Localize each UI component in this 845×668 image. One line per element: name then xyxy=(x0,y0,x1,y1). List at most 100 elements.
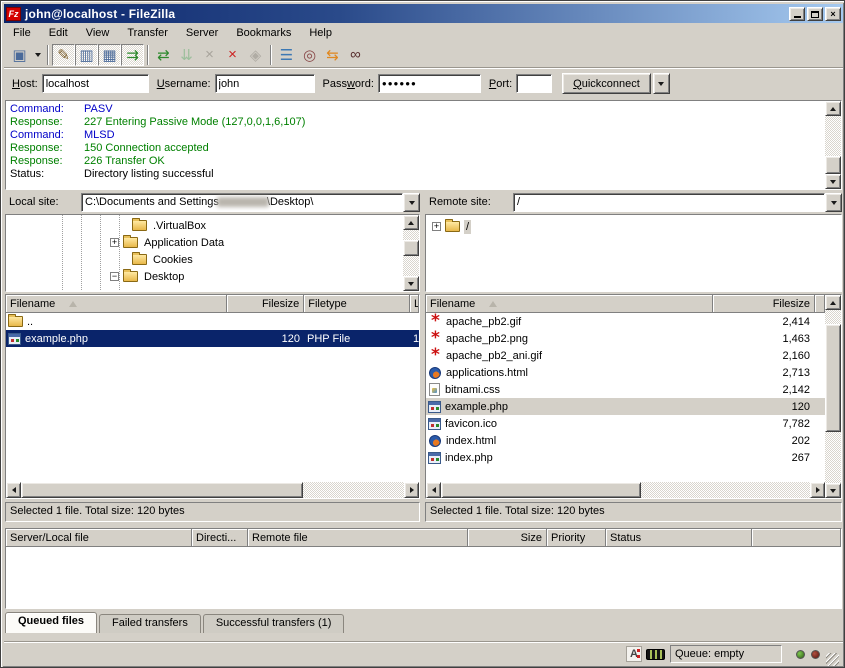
list-item-example-php[interactable]: example.php 120 PHP File 1 xyxy=(6,330,419,347)
site-manager-icon[interactable]: ▣ xyxy=(8,44,31,66)
image-file-icon: * xyxy=(428,315,443,329)
tree-item-application-data[interactable]: + Application Data xyxy=(110,234,226,251)
column-header-server-local-file[interactable]: Server/Local file xyxy=(6,529,192,547)
minimize-button[interactable] xyxy=(789,7,805,21)
queue-header: Server/Local file Directi... Remote file… xyxy=(6,529,841,547)
menu-edit[interactable]: Edit xyxy=(40,25,77,41)
scroll-left-button[interactable] xyxy=(426,482,441,498)
expand-icon[interactable]: + xyxy=(432,222,441,231)
toggle-local-tree-icon[interactable]: ▥ xyxy=(75,44,98,66)
remote-site-combo[interactable]: / xyxy=(513,193,842,212)
sync-browse-icon[interactable]: ⇆ xyxy=(321,44,344,66)
tab-successful-transfers[interactable]: Successful transfers (1) xyxy=(203,614,345,633)
column-header-filename[interactable]: Filename xyxy=(6,295,227,313)
scroll-up-button[interactable] xyxy=(825,295,841,310)
remote-list-hscrollbar[interactable] xyxy=(426,482,825,498)
remote-site-dropdown[interactable] xyxy=(825,193,842,212)
scroll-left-button[interactable] xyxy=(6,482,21,498)
filter-icon[interactable]: ☰ xyxy=(275,44,298,66)
list-item-parent-dir[interactable]: .. xyxy=(6,313,419,330)
menu-server[interactable]: Server xyxy=(177,25,227,41)
image-file-icon: * xyxy=(428,349,443,363)
list-item[interactable]: index.php 267 xyxy=(426,449,825,466)
scrollbar-thumb[interactable] xyxy=(21,482,303,498)
list-item-selected[interactable]: example.php 120 xyxy=(426,398,825,415)
column-header-filetype[interactable]: Filetype xyxy=(304,295,410,313)
tree-item-root[interactable]: + / xyxy=(432,218,471,235)
list-item[interactable]: *apache_pb2.gif 2,414 xyxy=(426,313,825,330)
list-item[interactable]: *apache_pb2.png 1,463 xyxy=(426,330,825,347)
compare-icon[interactable]: ◎ xyxy=(298,44,321,66)
site-manager-dropdown[interactable] xyxy=(31,44,44,66)
menu-view[interactable]: View xyxy=(77,25,119,41)
list-item[interactable]: *apache_pb2_ani.gif 2,160 xyxy=(426,347,825,364)
collapse-icon[interactable]: − xyxy=(110,272,119,281)
process-queue-icon[interactable]: ⇊ xyxy=(175,44,198,66)
folder-icon xyxy=(132,220,147,231)
password-input[interactable] xyxy=(378,74,481,93)
menu-transfer[interactable]: Transfer xyxy=(118,25,177,41)
toggle-remote-tree-icon[interactable]: ▦ xyxy=(98,44,121,66)
column-header-status[interactable]: Status xyxy=(606,529,752,547)
tree-item-virtualbox[interactable]: .VirtualBox xyxy=(132,217,208,234)
column-header-size[interactable]: Size xyxy=(468,529,547,547)
toolbar-separator xyxy=(270,45,272,65)
log-scrollbar[interactable] xyxy=(825,101,841,189)
column-header-filesize[interactable]: Filesize xyxy=(713,295,815,313)
quickconnect-button[interactable]: Quickconnect xyxy=(562,73,651,94)
column-header-filesize[interactable]: Filesize xyxy=(227,295,304,313)
port-input[interactable] xyxy=(516,74,552,93)
refresh-icon[interactable]: ⇄ xyxy=(152,44,175,66)
column-header-last-modified[interactable]: L xyxy=(410,295,419,313)
queue-body xyxy=(6,547,841,608)
titlebar[interactable]: Fz john@localhost - FileZilla × xyxy=(4,4,843,23)
maximize-button[interactable] xyxy=(807,7,823,21)
scrollbar-thumb[interactable] xyxy=(825,324,841,432)
cancel-icon[interactable]: × xyxy=(198,44,221,66)
remote-list-vscrollbar[interactable] xyxy=(825,295,841,498)
scrollbar-thumb[interactable] xyxy=(825,156,841,174)
toggle-log-icon[interactable]: ✎ xyxy=(52,44,75,66)
list-item[interactable]: applications.html 2,713 xyxy=(426,364,825,381)
quickconnect-dropdown[interactable] xyxy=(653,73,670,94)
list-item[interactable]: bitnami.css 2,142 xyxy=(426,381,825,398)
remote-selection-status: Selected 1 file. Total size: 120 bytes xyxy=(425,502,842,522)
chevron-down-icon xyxy=(831,201,837,205)
tab-failed-transfers[interactable]: Failed transfers xyxy=(99,614,201,633)
host-input[interactable] xyxy=(42,74,149,93)
list-item[interactable]: index.html 202 xyxy=(426,432,825,449)
local-list-hscrollbar[interactable] xyxy=(6,482,419,498)
menu-help[interactable]: Help xyxy=(300,25,341,41)
tree-item-desktop[interactable]: − Desktop xyxy=(110,268,186,285)
column-header-priority[interactable]: Priority xyxy=(547,529,606,547)
reconnect-icon[interactable]: ◈ xyxy=(244,44,267,66)
list-item[interactable]: favicon.ico 7,782 xyxy=(426,415,825,432)
column-header-direction[interactable]: Directi... xyxy=(192,529,248,547)
username-input[interactable] xyxy=(215,74,315,93)
scroll-right-button[interactable] xyxy=(810,482,825,498)
disconnect-icon[interactable]: × xyxy=(221,44,244,66)
local-tree-scrollbar[interactable] xyxy=(403,215,419,291)
tab-queued-files[interactable]: Queued files xyxy=(5,612,97,633)
scroll-down-button[interactable] xyxy=(825,174,841,189)
scroll-up-button[interactable] xyxy=(825,101,841,116)
resize-grip[interactable] xyxy=(826,653,839,666)
column-header-filename[interactable]: Filename xyxy=(426,295,713,313)
scrollbar-thumb[interactable] xyxy=(441,482,641,498)
scroll-up-button[interactable] xyxy=(403,215,419,230)
scroll-right-button[interactable] xyxy=(404,482,419,498)
scrollbar-thumb[interactable] xyxy=(403,240,419,256)
scroll-down-button[interactable] xyxy=(825,483,841,498)
local-site-combo[interactable]: C:\Documents and Settings\Desktop\ xyxy=(81,193,420,212)
menu-file[interactable]: File xyxy=(4,25,40,41)
local-site-dropdown[interactable] xyxy=(403,193,420,212)
expand-icon[interactable]: + xyxy=(110,238,119,247)
menu-bookmarks[interactable]: Bookmarks xyxy=(227,25,300,41)
column-header-remote-file[interactable]: Remote file xyxy=(248,529,468,547)
scroll-down-button[interactable] xyxy=(403,276,419,291)
toggle-queue-icon[interactable]: ⇉ xyxy=(121,44,144,66)
tree-item-cookies[interactable]: Cookies xyxy=(132,251,195,268)
close-button[interactable]: × xyxy=(825,7,841,21)
find-icon[interactable]: ∞ xyxy=(344,44,367,66)
status-bar: A Queue: empty xyxy=(4,641,843,666)
